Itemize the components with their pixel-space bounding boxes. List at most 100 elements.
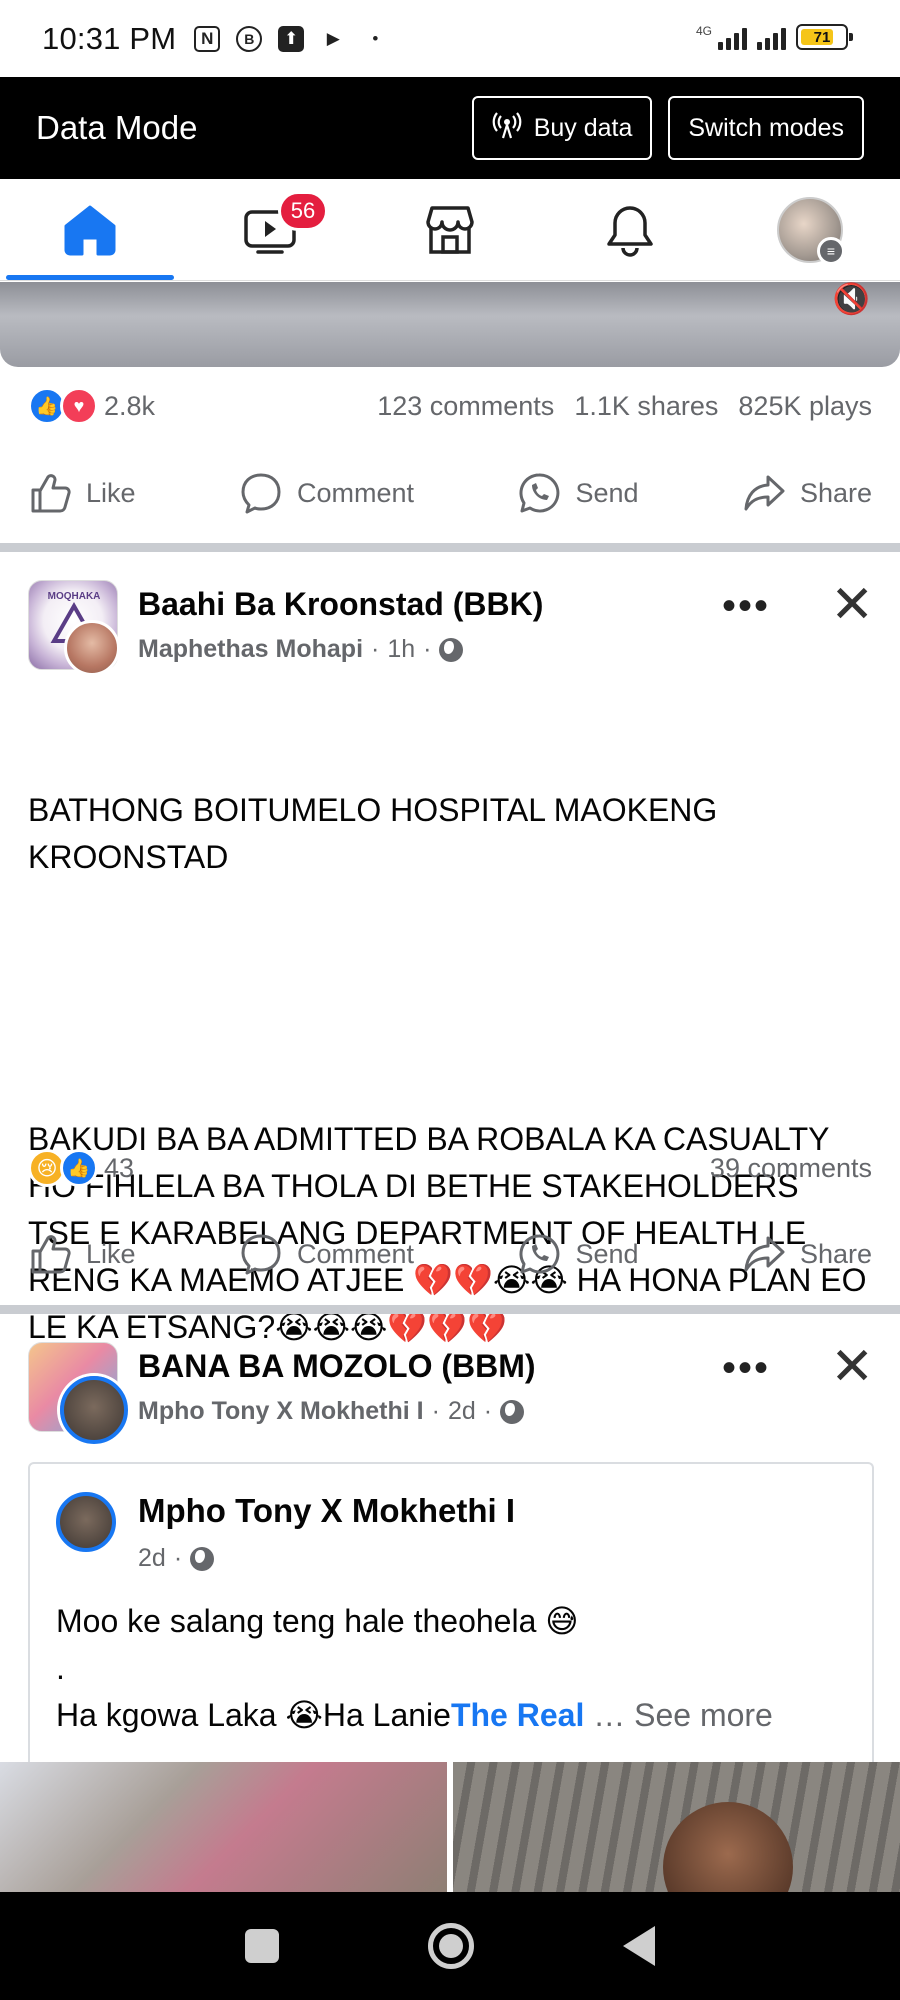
shared-text-segment: Ha kgowa Laka 😭Ha Lanie bbox=[56, 1697, 451, 1733]
reactions-count: 2.8k bbox=[104, 390, 156, 421]
buy-data-button[interactable]: Buy data bbox=[471, 96, 653, 160]
battery-level: 71 bbox=[813, 28, 831, 46]
status-bar: 10:31 PM N B ⬆ ▶ • 4G 71 bbox=[0, 0, 900, 77]
back-button[interactable] bbox=[623, 1926, 656, 1966]
video-player[interactable]: 🔇 bbox=[0, 282, 900, 367]
post-stats: 😢 👍 43 39 comments bbox=[0, 1133, 900, 1203]
reactions[interactable]: 😢 👍 43 bbox=[28, 1149, 134, 1187]
post-photos bbox=[0, 1762, 900, 1932]
like-reaction-icon: 👍 bbox=[60, 1149, 98, 1187]
signal-icon-2 bbox=[757, 24, 786, 50]
notification-icons: N B ⬆ ▶ • bbox=[194, 25, 388, 52]
system-indicators: 4G 71 bbox=[695, 24, 853, 50]
main-nav: 56 ≡ bbox=[0, 179, 900, 281]
thumbs-up-icon bbox=[31, 1235, 71, 1274]
shared-text-line: Moo ke salang teng hale theohela 😅 bbox=[56, 1603, 579, 1639]
meta-dot: · bbox=[371, 635, 380, 663]
author-name[interactable]: Mpho Tony X Mokhethi I bbox=[138, 1397, 424, 1426]
post-photo[interactable] bbox=[453, 1762, 900, 1932]
data-mode-bar: Data Mode Buy data Switch modes bbox=[0, 77, 900, 179]
comment-icon bbox=[241, 1234, 281, 1275]
mute-icon[interactable]: 🔇 bbox=[833, 282, 870, 317]
group-name[interactable]: Baahi Ba Kroonstad (BBK) bbox=[138, 586, 543, 623]
nfc-icon: N bbox=[194, 25, 221, 52]
antenna-icon bbox=[492, 110, 522, 147]
comment-label: Comment bbox=[296, 1238, 414, 1269]
comment-button[interactable]: Comment bbox=[239, 1232, 414, 1276]
group-name[interactable]: BANA BA MOZOLO (BBM) bbox=[138, 1348, 536, 1385]
svg-text:MOQHAKA: MOQHAKA bbox=[48, 591, 101, 602]
post-stats: 👍 ♥ 2.8k 123 comments 1.1K shares 825K p… bbox=[0, 371, 900, 441]
switch-modes-button[interactable]: Switch modes bbox=[668, 96, 864, 160]
meta-dot: · bbox=[423, 635, 432, 663]
meta-dot: · bbox=[483, 1397, 493, 1425]
shared-post-time[interactable]: 2d bbox=[138, 1544, 166, 1573]
home-button[interactable] bbox=[427, 1923, 474, 1969]
see-more-link[interactable]: … See more bbox=[584, 1697, 773, 1733]
plays-count: 825K plays bbox=[738, 390, 872, 421]
post-separator bbox=[0, 1305, 900, 1314]
globe-icon bbox=[500, 1399, 525, 1424]
share-label: Share bbox=[799, 477, 872, 508]
author-name[interactable]: Maphethas Mohapi bbox=[138, 635, 363, 664]
more-options-icon[interactable]: ••• bbox=[722, 584, 770, 629]
close-icon[interactable]: ✕ bbox=[830, 1341, 874, 1393]
system-nav-bar bbox=[0, 1892, 900, 2000]
shared-post-meta: 2d · bbox=[138, 1544, 215, 1573]
like-button[interactable]: Like bbox=[28, 471, 136, 515]
whatsapp-icon bbox=[519, 1234, 560, 1274]
send-button[interactable]: Send bbox=[517, 471, 639, 515]
post-meta: Mpho Tony X Mokhethi I · 2d · bbox=[138, 1397, 525, 1426]
more-dot-icon: • bbox=[372, 28, 379, 48]
marketplace-icon bbox=[426, 205, 474, 254]
home-icon bbox=[64, 205, 116, 255]
post-actions: Like Comment Send Share bbox=[0, 448, 900, 538]
post-time[interactable]: 2d bbox=[448, 1397, 476, 1426]
shared-post[interactable]: Mpho Tony X Mokhethi I 2d · Moo ke salan… bbox=[28, 1462, 874, 1762]
shared-author-avatar[interactable] bbox=[56, 1492, 116, 1552]
tab-menu[interactable]: ≡ bbox=[720, 179, 900, 280]
share-button[interactable]: Share bbox=[742, 471, 872, 515]
battery-icon: 71 bbox=[796, 24, 853, 50]
author-avatar[interactable] bbox=[60, 1376, 128, 1444]
close-icon[interactable]: ✕ bbox=[830, 579, 874, 631]
video-badge: 56 bbox=[278, 191, 328, 231]
shared-author-name[interactable]: Mpho Tony X Mokhethi I bbox=[138, 1492, 515, 1530]
comment-button[interactable]: Comment bbox=[239, 471, 414, 515]
globe-icon bbox=[190, 1546, 215, 1571]
share-button[interactable]: Share bbox=[742, 1232, 872, 1276]
reactions[interactable]: 👍 ♥ 2.8k bbox=[28, 387, 155, 425]
shared-text-line: Ha kgowa Laka 😭Ha LanieThe Real … See mo… bbox=[56, 1692, 856, 1739]
tagged-link[interactable]: The Real bbox=[451, 1697, 584, 1733]
recents-button[interactable] bbox=[244, 1929, 279, 1963]
tab-video[interactable]: 56 bbox=[180, 179, 360, 280]
comment-icon bbox=[241, 473, 281, 514]
globe-icon bbox=[439, 637, 464, 662]
share-arrow-icon bbox=[744, 1236, 785, 1272]
like-label: Like bbox=[86, 477, 136, 508]
like-button[interactable]: Like bbox=[28, 1232, 136, 1276]
network-type: 4G bbox=[695, 24, 712, 38]
comments-count[interactable]: 123 comments bbox=[377, 391, 554, 422]
tab-notifications[interactable] bbox=[540, 179, 720, 280]
more-options-icon[interactable]: ••• bbox=[722, 1346, 770, 1391]
comments-count[interactable]: 39 comments bbox=[710, 1153, 872, 1184]
bell-icon bbox=[607, 205, 653, 257]
tab-marketplace[interactable] bbox=[360, 179, 540, 280]
play-icon: ▶ bbox=[326, 28, 340, 48]
send-button[interactable]: Send bbox=[517, 1232, 639, 1276]
share-label: Share bbox=[799, 1238, 872, 1269]
comment-label: Comment bbox=[296, 477, 414, 508]
shares-count[interactable]: 1.1K shares bbox=[574, 391, 718, 422]
post-time[interactable]: 1h bbox=[387, 635, 415, 664]
tab-home[interactable] bbox=[0, 179, 180, 280]
post-header: MOQHAKA Baahi Ba Kroonstad (BBK) Mapheth… bbox=[0, 579, 900, 680]
author-avatar[interactable] bbox=[64, 620, 120, 676]
post-separator bbox=[0, 543, 900, 552]
post-photo[interactable] bbox=[0, 1762, 447, 1892]
post-actions: Like Comment Send Share bbox=[0, 1209, 900, 1299]
data-mode-title: Data Mode bbox=[36, 109, 198, 146]
post-header: BANA BA MOZOLO (BBM) Mpho Tony X Mokheth… bbox=[0, 1341, 900, 1444]
switch-modes-label: Switch modes bbox=[688, 113, 844, 142]
b-app-icon: B bbox=[236, 25, 263, 52]
